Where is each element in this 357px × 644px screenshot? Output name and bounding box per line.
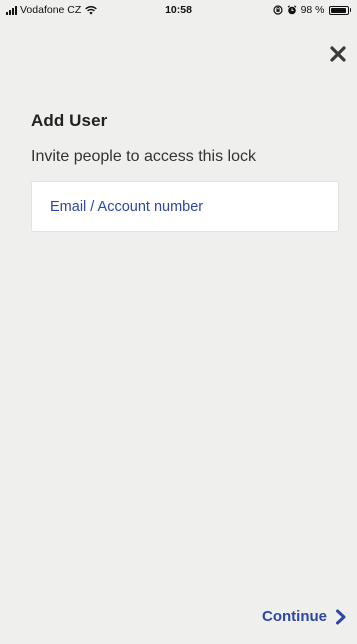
email-field[interactable] [31, 181, 339, 232]
continue-button[interactable]: Continue [262, 608, 347, 625]
close-button[interactable] [326, 42, 350, 66]
page-subtitle: Invite people to access this lock [31, 148, 257, 165]
battery-icon [328, 5, 351, 15]
close-icon [330, 46, 346, 62]
battery-percent: 98 % [300, 4, 325, 16]
email-input[interactable] [50, 198, 338, 215]
status-bar: Vodafone CZ 10:58 98 % [0, 0, 357, 20]
continue-label: Continue [262, 608, 327, 625]
chevron-right-icon [336, 609, 346, 624]
rotation-lock-icon [272, 5, 283, 15]
alarm-icon [287, 5, 296, 15]
page-title: Add User [31, 111, 108, 130]
add-user-screen: Vodafone CZ 10:58 98 % Add User Invite p… [0, 0, 357, 644]
status-bar-right: 98 % [272, 4, 351, 16]
